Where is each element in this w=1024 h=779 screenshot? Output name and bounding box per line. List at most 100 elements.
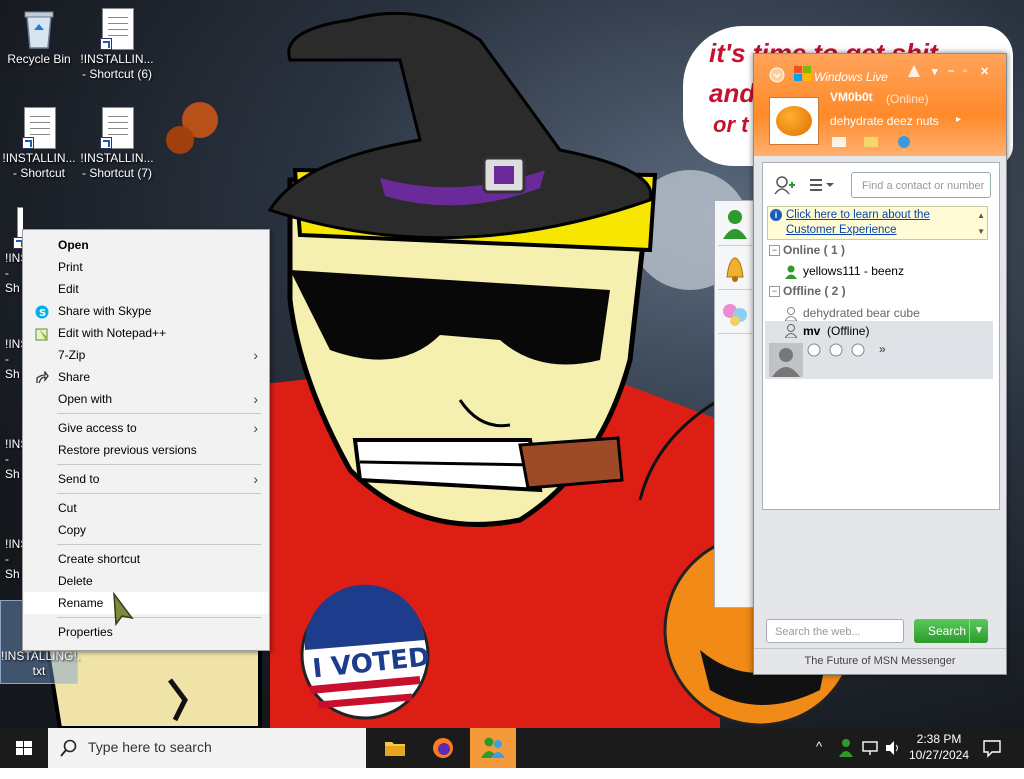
menu-item-7zip[interactable]: 7-Zip › [24, 344, 268, 366]
menu-item-open[interactable]: Open [24, 234, 268, 256]
social-tab[interactable] [718, 293, 752, 334]
menu-separator [57, 617, 261, 618]
menu-label: Properties [58, 625, 113, 639]
messenger-title: Windows Live [814, 70, 888, 84]
contact-offline[interactable]: dehydrated bear cube [803, 306, 920, 320]
contact-online[interactable]: yellows111 - beenz [803, 264, 904, 278]
web-search-input[interactable]: Search the web... [766, 619, 904, 643]
menu-separator [57, 413, 261, 414]
windows-start-icon [16, 741, 32, 755]
document-icon [100, 8, 134, 50]
avatar[interactable] [769, 97, 819, 145]
network-icon[interactable] [862, 739, 880, 779]
menu-item-properties[interactable]: Properties [24, 621, 268, 643]
hidden-shortcut-icon[interactable]: !INS - Sh [1, 437, 23, 482]
collapse-icon[interactable]: − [769, 286, 780, 297]
hidden-shortcut-icon[interactable]: !INS - Sh [1, 537, 23, 582]
contact-action-icons[interactable] [807, 343, 873, 357]
online-buddy-icon [785, 265, 797, 279]
alerts-tab[interactable] [718, 249, 752, 290]
chevron-right-icon: › [253, 391, 258, 407]
partial-label: !INS [5, 437, 23, 451]
search-button[interactable]: Search ▼ [914, 619, 988, 643]
butterfly-icon [723, 304, 747, 326]
icon-label: !INSTALLING!. txt [1, 649, 81, 678]
chevron-right-icon: › [253, 471, 258, 487]
personal-message[interactable]: dehydrate deez nuts [830, 114, 939, 128]
user-display-name[interactable]: VM0b0t [830, 90, 873, 104]
taskbar-search-box[interactable]: Type here to search [48, 728, 366, 768]
offline-group-header[interactable]: Offline ( 2 ) [783, 284, 846, 298]
document-icon [22, 107, 56, 149]
hidden-shortcut-icon[interactable]: !INS - Sh [1, 207, 23, 296]
clock-time: 2:38 PM [916, 732, 962, 746]
scroll-down-icon[interactable]: ▼ [977, 224, 985, 239]
messenger-tray-icon[interactable] [838, 738, 856, 778]
firefox-icon [433, 738, 453, 758]
minimize-icon[interactable]: – [948, 65, 954, 77]
messenger-side-tabs [714, 200, 755, 608]
start-button[interactable] [0, 728, 48, 768]
chevron-up-icon[interactable]: ^ [816, 739, 822, 779]
dropdown-icon[interactable]: ▾ [932, 65, 938, 78]
menu-item-edit[interactable]: Edit [24, 278, 268, 300]
chevron-right-icon: › [253, 347, 258, 363]
more-icon[interactable]: » [879, 342, 886, 356]
menu-item-share[interactable]: Share [24, 366, 268, 388]
scroll-up-icon[interactable]: ▲ [977, 208, 985, 223]
partial-label: !INS [5, 337, 23, 351]
menu-item-open-with[interactable]: Open with › [24, 388, 268, 410]
shortcut-icon[interactable]: !INSTALLIN... - Shortcut [1, 107, 77, 181]
close-icon[interactable]: ✕ [980, 65, 989, 78]
menu-item-share-skype[interactable]: S Share with Skype [24, 300, 268, 322]
messenger-header: Windows Live ▾ – ▫ ✕ VM0b0t (Online) deh… [754, 54, 1006, 156]
search-dropdown-icon[interactable]: ▼ [969, 619, 988, 643]
notifications-icon[interactable] [982, 738, 1002, 778]
header-quick-icons [832, 136, 910, 148]
firefox-button[interactable] [420, 728, 466, 768]
menu-item-send-to[interactable]: Send to › [24, 468, 268, 490]
partial-label: - Sh [5, 452, 20, 481]
menu-item-restore-versions[interactable]: Restore previous versions [24, 439, 268, 461]
shortcut-6-icon[interactable]: !INSTALLIN... - Shortcut (6) [79, 8, 155, 82]
hidden-shortcut-icon[interactable]: !INS - Sh [1, 337, 23, 382]
search-icon [60, 739, 77, 757]
bubble-line-2: and [709, 78, 756, 108]
list-options-icon[interactable] [809, 177, 835, 193]
volume-icon[interactable] [884, 739, 902, 779]
file-explorer-button[interactable] [372, 728, 418, 768]
menu-item-print[interactable]: Print [24, 256, 268, 278]
add-contact-icon[interactable] [773, 175, 795, 195]
partial-label: - Sh [5, 352, 20, 381]
find-contact-input[interactable]: Find a contact or number [851, 172, 991, 198]
menu-item-cut[interactable]: Cut [24, 497, 268, 519]
menu-item-delete[interactable]: Delete [24, 570, 268, 592]
user-status[interactable]: (Online) [886, 92, 929, 106]
menu-icon[interactable] [768, 66, 786, 84]
psm-dropdown-icon[interactable]: ▸ [956, 114, 961, 125]
icon-label: Recycle Bin [7, 52, 71, 66]
shortcut-7-icon[interactable]: !INSTALLIN... - Shortcut (7) [79, 107, 155, 181]
menu-label: Give access to [58, 421, 137, 435]
menu-item-create-shortcut[interactable]: Create shortcut [24, 548, 268, 570]
menu-item-copy[interactable]: Copy [24, 519, 268, 541]
menu-item-rename[interactable]: Rename [24, 592, 268, 614]
theme-icon[interactable] [906, 63, 922, 79]
messenger-window: Windows Live ▾ – ▫ ✕ VM0b0t (Online) deh… [753, 53, 1007, 675]
windows-logo-icon [794, 66, 811, 81]
recycle-bin-icon[interactable]: Recycle Bin [1, 8, 77, 67]
online-group-header[interactable]: Online ( 1 ) [783, 243, 845, 257]
svg-text:S: S [39, 308, 46, 319]
taskbar-search-placeholder: Type here to search [88, 739, 212, 755]
menu-item-notepad-plus-plus[interactable]: Edit with Notepad++ [24, 322, 268, 344]
taskbar: Type here to search ^ 2:38 PM 10/27/2024 [0, 728, 1024, 768]
collapse-icon[interactable]: − [769, 245, 780, 256]
selected-contact-card[interactable]: mv (Offline) » [765, 321, 993, 379]
maximize-icon[interactable]: ▫ [963, 65, 967, 77]
menu-label: Send to [58, 472, 100, 486]
menu-item-give-access[interactable]: Give access to › [24, 417, 268, 439]
customer-experience-link[interactable]: Click here to learn about the Customer E… [786, 208, 930, 238]
messenger-taskbar-button[interactable] [470, 728, 516, 768]
taskbar-clock[interactable]: 2:38 PM 10/27/2024 [904, 731, 974, 763]
contacts-tab[interactable] [718, 205, 752, 246]
